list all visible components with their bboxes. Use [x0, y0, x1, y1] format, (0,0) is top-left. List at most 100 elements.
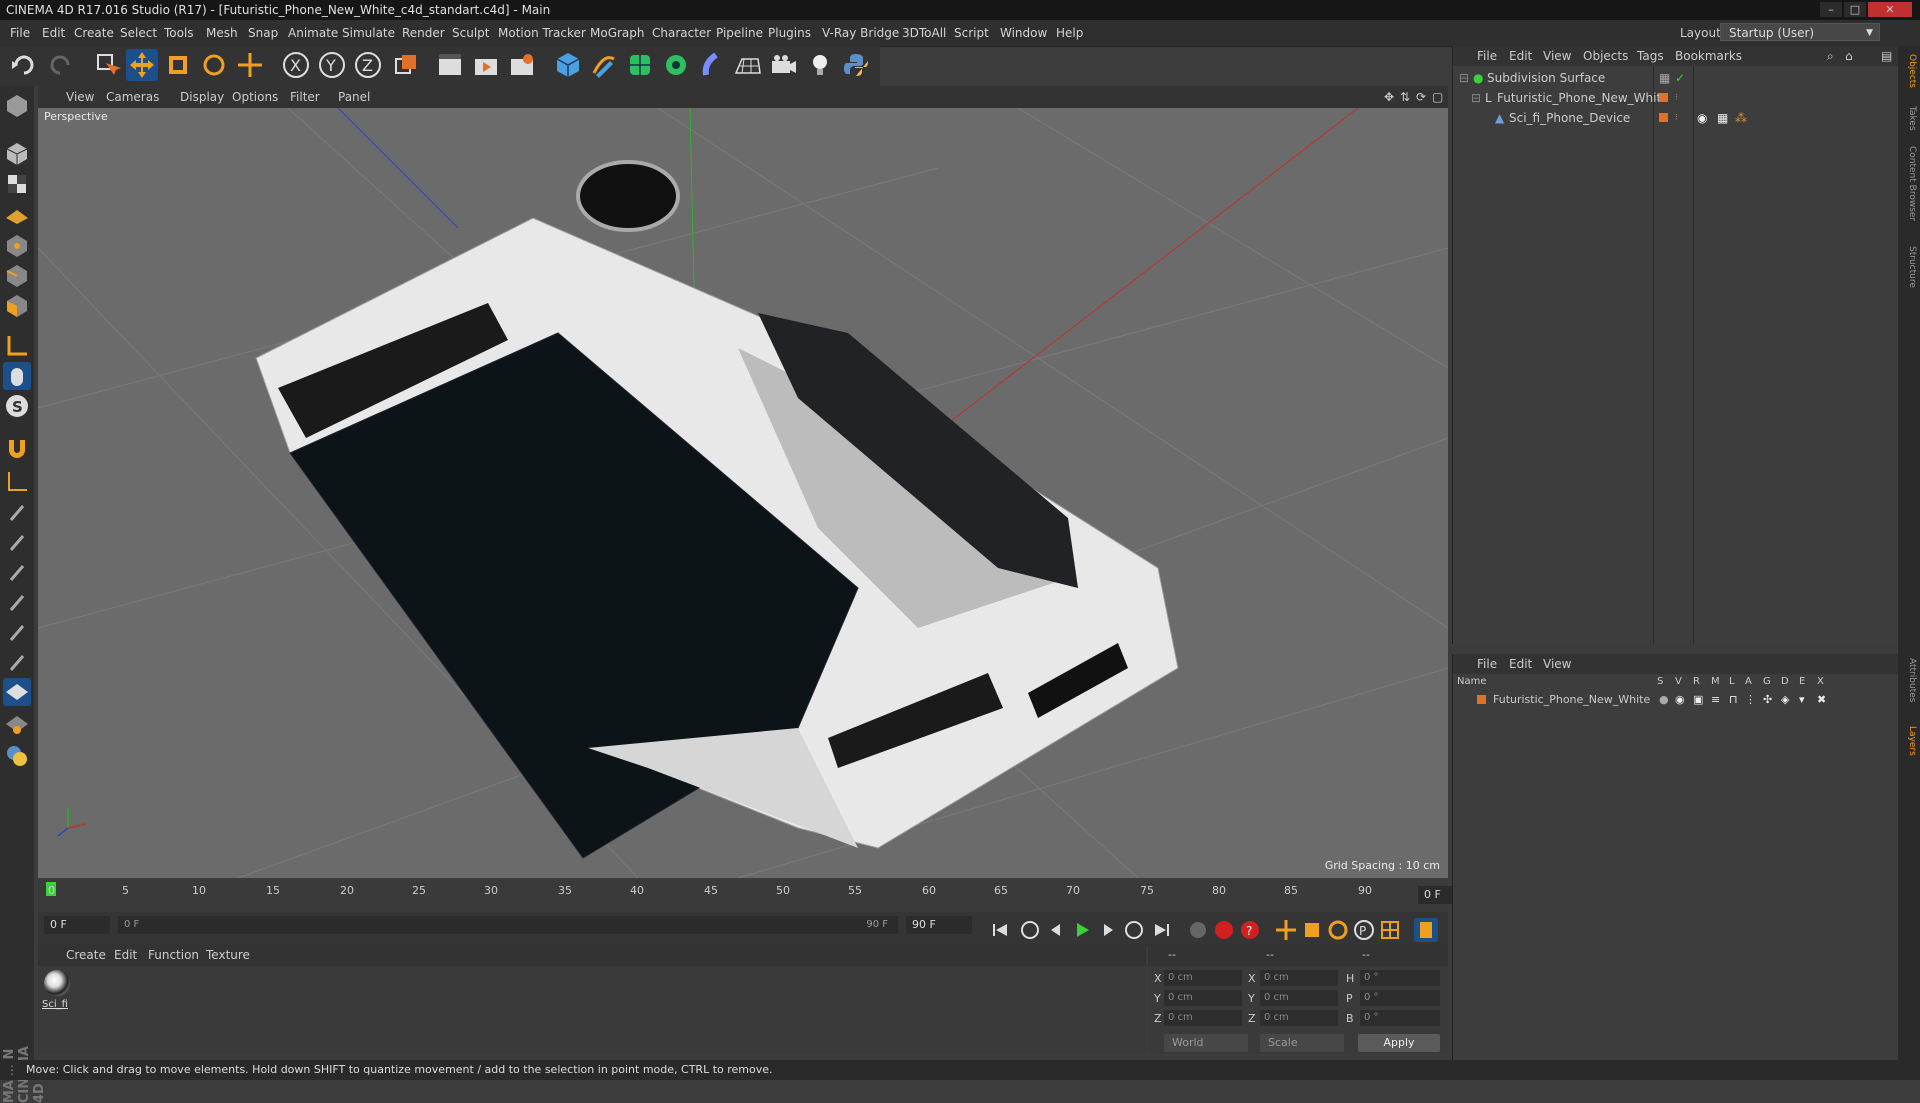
solo-toggle-icon[interactable]: ● — [1659, 690, 1669, 710]
start-frame-field[interactable]: 0 F — [44, 916, 110, 934]
generators-toggle-icon[interactable]: ✣ — [1763, 690, 1772, 710]
floor-button[interactable] — [732, 49, 764, 81]
menu-window[interactable]: Window — [1000, 20, 1047, 46]
xref-toggle-icon[interactable]: ✖ — [1817, 690, 1826, 710]
collapse-icon[interactable]: ⊟ — [1471, 88, 1481, 108]
timeline-window-button[interactable] — [1414, 918, 1438, 942]
coordinate-mode-select[interactable]: Scale — [1260, 1034, 1344, 1052]
timeline-ruler[interactable]: 0 5 10 15 20 25 30 35 40 45 50 55 60 65 … — [38, 880, 1480, 916]
pen-spline-button[interactable] — [588, 49, 620, 81]
object-row[interactable]: ⊟ ● Subdivision Surface ▦ ✓ — [1453, 68, 1899, 88]
coordinate-system-button[interactable] — [390, 49, 422, 81]
view-toggle-icon[interactable]: ◉ — [1675, 690, 1685, 710]
viewport-maximize-icon[interactable]: ▢ — [1432, 86, 1443, 108]
viewport-pan-icon[interactable]: ✥ — [1384, 86, 1394, 108]
goto-end-button[interactable] — [1150, 918, 1174, 942]
menu-help[interactable]: Help — [1056, 20, 1083, 46]
deformers-toggle-icon[interactable]: ◈ — [1781, 690, 1789, 710]
lock-toggle-icon[interactable]: ⊓ — [1729, 690, 1738, 710]
workplane-mode-button[interactable] — [3, 200, 31, 228]
next-frame-button[interactable] — [1096, 918, 1120, 942]
menu-vray-bridge[interactable]: V-Ray Bridge — [822, 20, 899, 46]
scale-tool-button[interactable] — [162, 49, 194, 81]
object-menu-file[interactable]: File — [1477, 46, 1497, 66]
render-view-button[interactable] — [434, 49, 466, 81]
viewport-menu-filter[interactable]: Filter — [290, 86, 320, 108]
pos-y-field[interactable]: 0 cm — [1164, 990, 1242, 1006]
goto-start-button[interactable] — [988, 918, 1012, 942]
viewport-menu-display[interactable]: Display — [180, 86, 224, 108]
menu-mesh[interactable]: Mesh — [206, 20, 238, 46]
render-toggle-icon[interactable]: ▣ — [1693, 690, 1703, 710]
snap-button[interactable]: S — [3, 392, 31, 420]
light-button[interactable] — [804, 49, 836, 81]
menu-tools[interactable]: Tools — [164, 20, 194, 46]
workplane-axis-button[interactable] — [3, 468, 31, 496]
selection-tag-icon[interactable]: ⁂ — [1735, 108, 1747, 128]
menu-pipeline[interactable]: Pipeline — [716, 20, 763, 46]
layer-row[interactable]: Futuristic_Phone_New_White ● ◉ ▣ ≡ ⊓ ⋮ ✣… — [1453, 690, 1899, 710]
edges-mode-button[interactable] — [3, 262, 31, 290]
key-parameter-button[interactable]: P — [1352, 918, 1376, 942]
brush-tool-3[interactable] — [3, 558, 31, 586]
collapse-icon[interactable]: ⊟ — [1459, 68, 1469, 88]
tab-content-browser[interactable]: Content Browser — [1901, 146, 1917, 221]
undo-button[interactable] — [8, 49, 40, 81]
record-button[interactable] — [1212, 918, 1236, 942]
keyframe-selection-button[interactable] — [1186, 918, 1210, 942]
viewport-menu-panel[interactable]: Panel — [338, 86, 370, 108]
layer-color-swatch[interactable] — [1477, 695, 1486, 704]
magnet-button[interactable] — [3, 432, 31, 460]
manager-toggle-icon[interactable]: ≡ — [1711, 690, 1720, 710]
prev-key-button[interactable] — [1018, 918, 1042, 942]
apply-button[interactable]: Apply — [1358, 1034, 1440, 1052]
camera-button[interactable] — [768, 49, 800, 81]
menu-edit[interactable]: Edit — [42, 20, 65, 46]
object-menu-objects[interactable]: Objects — [1583, 46, 1628, 66]
key-rotation-button[interactable] — [1326, 918, 1350, 942]
tab-structure[interactable]: Structure — [1901, 246, 1917, 288]
next-key-button[interactable] — [1122, 918, 1146, 942]
rot-b-field[interactable]: 0 ° — [1360, 1010, 1440, 1026]
key-scale-button[interactable] — [1300, 918, 1324, 942]
size-z-field[interactable]: 0 cm — [1260, 1010, 1338, 1026]
coordinate-space-select[interactable]: World — [1164, 1034, 1248, 1052]
x-axis-lock-button[interactable]: X — [280, 49, 312, 81]
size-x-field[interactable]: 0 cm — [1260, 970, 1338, 986]
menu-snap[interactable]: Snap — [248, 20, 278, 46]
menu-motion-tracker[interactable]: Motion Tracker — [498, 20, 586, 46]
visibility-dots-icon[interactable]: ⁝ — [1675, 88, 1678, 108]
close-button[interactable]: ✕ — [1868, 2, 1912, 17]
brush-tool-2[interactable] — [3, 528, 31, 556]
animation-toggle-icon[interactable]: ⋮ — [1745, 690, 1756, 710]
visibility-toggle-icon[interactable]: ▦ — [1659, 68, 1670, 88]
brush-tool-6[interactable] — [3, 648, 31, 676]
visibility-dots-icon[interactable]: ⁝ — [1675, 108, 1678, 128]
end-frame-field[interactable]: 90 F — [906, 916, 972, 934]
rot-p-field[interactable]: 0 ° — [1360, 990, 1440, 1006]
layout-select[interactable]: Startup (User) ▼ — [1720, 23, 1880, 41]
menu-script[interactable]: Script — [954, 20, 989, 46]
material-menu-create[interactable]: Create — [66, 944, 106, 966]
menu-animate[interactable]: Animate — [288, 20, 338, 46]
material-menu-function[interactable]: Function — [148, 944, 199, 966]
axis-mode-button[interactable] — [3, 332, 31, 360]
paint-tool-button[interactable] — [3, 710, 31, 738]
tab-takes[interactable]: Takes — [1901, 106, 1917, 131]
tab-layers[interactable]: Layers — [1901, 726, 1917, 756]
object-menu-bookmarks[interactable]: Bookmarks — [1675, 46, 1742, 66]
prev-frame-button[interactable] — [1044, 918, 1068, 942]
minimize-button[interactable]: – — [1820, 2, 1842, 17]
viewport-menu-view[interactable]: View — [66, 86, 94, 108]
cube-button[interactable] — [552, 49, 584, 81]
search-icon[interactable]: ⌕ — [1827, 46, 1834, 66]
tweak-mode-button[interactable] — [3, 362, 31, 390]
layer-menu-file[interactable]: File — [1477, 654, 1497, 674]
brush-tool-5[interactable] — [3, 618, 31, 646]
python-button[interactable] — [840, 49, 872, 81]
menu-render[interactable]: Render — [402, 20, 445, 46]
menu-file[interactable]: File — [10, 20, 30, 46]
play-button[interactable] — [1070, 918, 1094, 942]
maximize-button[interactable]: □ — [1844, 2, 1866, 17]
layer-color-swatch[interactable] — [1659, 113, 1668, 122]
